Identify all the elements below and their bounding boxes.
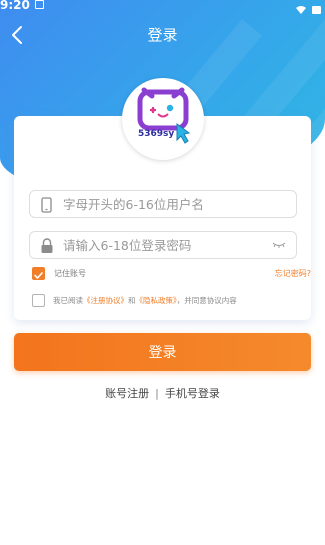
gamepad-logo-icon: 5369sy — [137, 87, 191, 144]
status-bar: 9:20 — [0, 0, 325, 14]
checkmark-icon — [34, 272, 43, 279]
username-input[interactable] — [63, 194, 263, 215]
agreement-and: 和 — [128, 296, 136, 305]
link-separator: | — [155, 387, 159, 400]
password-field[interactable] — [29, 231, 297, 259]
password-input[interactable] — [63, 235, 263, 256]
phone-icon — [41, 197, 52, 213]
register-link[interactable]: 账号注册 — [105, 387, 149, 400]
app-logo: 5369sy — [122, 78, 204, 160]
terms-link[interactable]: 《注册协议》 — [83, 296, 128, 305]
wifi-battery-icons — [295, 0, 323, 19]
logo-text: 5369sy — [138, 129, 174, 139]
notification-icon — [35, 0, 44, 9]
phone-login-link[interactable]: 手机号登录 — [165, 387, 220, 400]
forgot-password-link[interactable]: 忘记密码? — [275, 268, 311, 279]
agreement-prefix: 我已阅读 — [53, 296, 83, 305]
eye-closed-icon[interactable] — [272, 242, 286, 248]
username-field[interactable] — [29, 190, 297, 218]
status-time: 9:20 — [0, 0, 30, 12]
login-button[interactable]: 登录 — [14, 333, 311, 371]
agree-checkbox[interactable] — [32, 294, 45, 307]
remember-label: 记住账号 — [54, 269, 86, 278]
agreement-text: 我已阅读《注册协议》和《隐私政策》，并同意协议内容 — [53, 296, 237, 306]
lock-icon — [41, 238, 53, 253]
bottom-links: 账号注册 | 手机号登录 — [0, 387, 325, 401]
page-title: 登录 — [147, 26, 178, 44]
agreement-suffix: ，并同意协议内容 — [176, 296, 237, 305]
remember-checkbox[interactable] — [32, 267, 45, 280]
privacy-link[interactable]: 《隐私政策》 — [136, 296, 177, 305]
